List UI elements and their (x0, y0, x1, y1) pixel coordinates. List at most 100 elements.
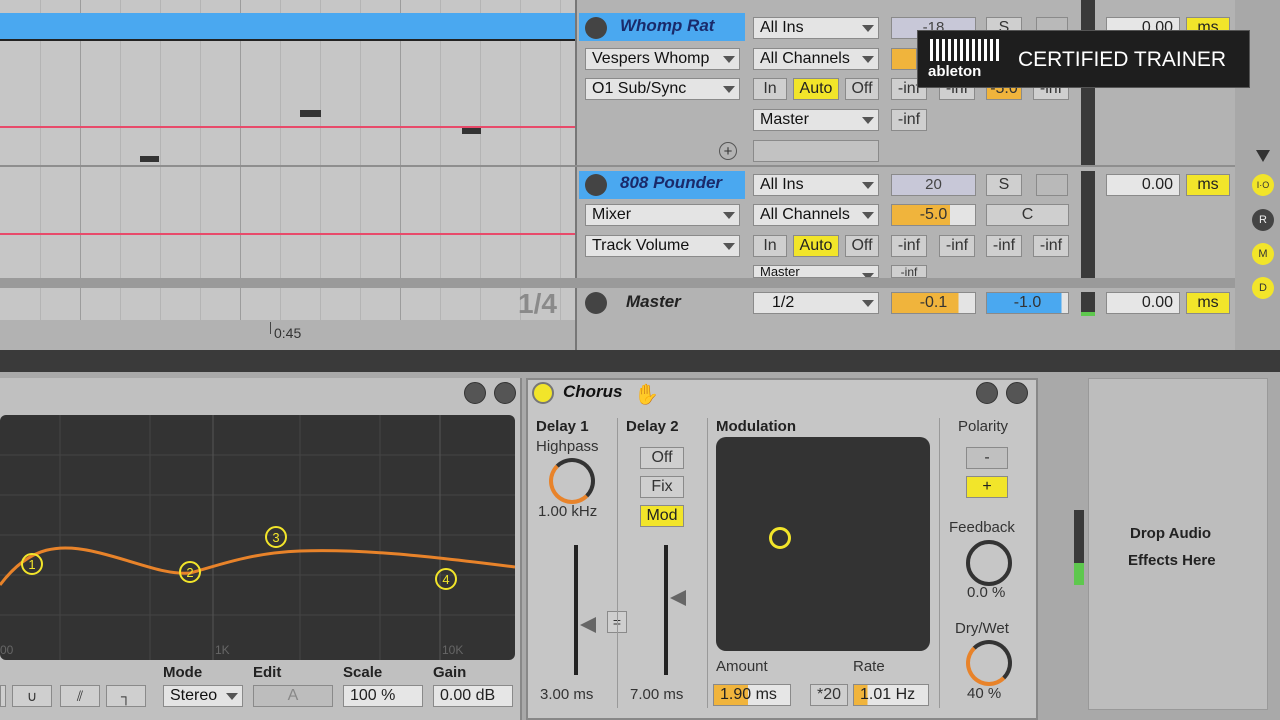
monitor-in[interactable]: In (753, 78, 787, 100)
chorus-title: Chorus (563, 382, 623, 401)
drop-effects-area[interactable] (1088, 378, 1268, 710)
filter-type-icon[interactable] (0, 685, 6, 707)
output-select[interactable]: Master (753, 265, 879, 278)
eq-display[interactable]: 1 2 3 4 00 1K 10K (0, 415, 515, 660)
delay2-off[interactable]: Off (640, 447, 684, 469)
monitor-off[interactable]: Off (845, 235, 879, 257)
delay-unit[interactable]: ms (1186, 174, 1230, 196)
save-preset-icon[interactable] (494, 382, 516, 404)
device-select[interactable]: Vespers Whomp (585, 48, 740, 70)
hot-swap-icon[interactable] (464, 382, 486, 404)
collapse-arrow-icon[interactable] (1256, 150, 1270, 162)
output-select[interactable]: Master (753, 109, 879, 131)
quantization-select[interactable]: 1/2 (753, 292, 879, 314)
timeline-ruler[interactable]: 0:45 (0, 320, 575, 350)
track-volume[interactable]: 20 (891, 174, 976, 196)
polarity-plus[interactable]: + (966, 476, 1008, 498)
eq-point-4[interactable]: 4 (435, 568, 457, 590)
automation-line[interactable] (0, 233, 575, 235)
delay2-mod[interactable]: Mod (640, 505, 684, 527)
time-marker: 0:45 (274, 325, 302, 341)
track-input-select[interactable]: All Ins (753, 17, 879, 39)
polarity-minus[interactable]: - (966, 447, 1008, 469)
channel-select[interactable]: All Channels (753, 204, 879, 226)
track-fold-button[interactable] (585, 174, 607, 196)
clip-whomp-rat[interactable] (0, 13, 575, 41)
device-select[interactable]: Mixer (585, 204, 740, 226)
save-preset-icon[interactable] (1006, 382, 1028, 404)
volume-value[interactable]: -5.0 (891, 204, 976, 226)
pan-value[interactable]: C (986, 204, 1069, 226)
gain-label: Gain (433, 664, 467, 681)
io-toggle[interactable]: I·O (1252, 174, 1274, 196)
delay1-slider[interactable] (574, 545, 578, 675)
master-pan[interactable]: -1.0 (986, 292, 1069, 314)
midi-note[interactable] (140, 156, 159, 162)
delay2-fix[interactable]: Fix (640, 476, 684, 498)
monitor-off[interactable]: Off (845, 78, 879, 100)
monitor-auto[interactable]: Auto (793, 78, 839, 100)
add-icon[interactable]: + (719, 142, 737, 160)
track-delay[interactable]: 0.00 (1106, 174, 1180, 196)
send-value[interactable]: -inf (891, 265, 927, 278)
drywet-knob[interactable] (966, 640, 1012, 686)
volume-fill[interactable] (891, 48, 917, 70)
slider-thumb-icon[interactable] (580, 617, 596, 633)
lowpass-filter-icon[interactable]: ┐ (106, 685, 146, 707)
rate-multiplier[interactable]: *20 (810, 684, 848, 706)
delay2-slider[interactable] (664, 545, 668, 675)
feedback-value[interactable]: 0.0 % (967, 584, 1005, 601)
master-delay-unit[interactable]: ms (1186, 292, 1230, 314)
track-name[interactable]: Whomp Rat (620, 16, 714, 36)
xy-handle[interactable] (769, 527, 791, 549)
mixer-toggle[interactable]: M (1252, 243, 1274, 265)
master-name[interactable]: Master (626, 292, 681, 312)
param-select[interactable]: Track Volume (585, 235, 740, 257)
channel-select[interactable]: All Channels (753, 48, 879, 70)
meter-value: -inf (1033, 235, 1069, 257)
slider-thumb-icon[interactable] (670, 590, 686, 606)
drywet-value[interactable]: 40 % (967, 685, 1001, 702)
notch-filter-icon[interactable]: ∪ (12, 685, 52, 707)
midi-note[interactable] (300, 110, 321, 117)
edit-toggle[interactable]: A (253, 685, 333, 707)
feedback-knob[interactable] (966, 540, 1012, 586)
track-fold-button[interactable] (585, 17, 607, 39)
delay-toggle[interactable]: D (1252, 277, 1274, 299)
master-delay[interactable]: 0.00 (1106, 292, 1180, 314)
highpass-knob[interactable] (549, 458, 595, 504)
eq-point-1[interactable]: 1 (21, 553, 43, 575)
gain-field[interactable]: 0.00 dB (433, 685, 513, 707)
automation-line[interactable] (0, 126, 575, 128)
highshelf-filter-icon[interactable]: ⫽ (60, 685, 100, 707)
rate-field[interactable]: 1.01 Hz (853, 684, 929, 706)
param-select[interactable]: O1 Sub/Sync (585, 78, 740, 100)
modulation-xy-pad[interactable] (716, 437, 930, 651)
monitor-in[interactable]: In (753, 235, 787, 257)
arrangement-area[interactable]: 1/4 (0, 0, 575, 320)
scale-field[interactable]: 100 % (343, 685, 423, 707)
eq-point-2[interactable]: 2 (179, 561, 201, 583)
device-on-icon[interactable] (532, 382, 554, 404)
midi-note[interactable] (462, 128, 481, 134)
master-volume[interactable]: -0.1 (891, 292, 976, 314)
eq-point-3[interactable]: 3 (265, 526, 287, 548)
page-indicator: 1/4 (518, 288, 557, 319)
master-play-icon[interactable] (585, 292, 607, 314)
column-divider (707, 418, 708, 708)
amount-field[interactable]: 1.90 ms (713, 684, 791, 706)
empty-slot[interactable] (753, 140, 879, 162)
track-input-select[interactable]: All Ins (753, 174, 879, 196)
arm-icon[interactable] (1036, 174, 1068, 196)
delay2-value[interactable]: 7.00 ms (630, 686, 683, 703)
returns-toggle[interactable]: R (1252, 209, 1274, 231)
hot-swap-icon[interactable] (976, 382, 998, 404)
highpass-value[interactable]: 1.00 kHz (538, 503, 597, 520)
delay1-value[interactable]: 3.00 ms (540, 686, 593, 703)
mode-select[interactable]: Stereo (163, 685, 243, 707)
send-value[interactable]: -inf (891, 109, 927, 131)
track-name[interactable]: 808 Pounder (620, 173, 722, 193)
eq-curve[interactable] (0, 415, 515, 660)
monitor-auto[interactable]: Auto (793, 235, 839, 257)
solo-button[interactable]: S (986, 174, 1022, 196)
